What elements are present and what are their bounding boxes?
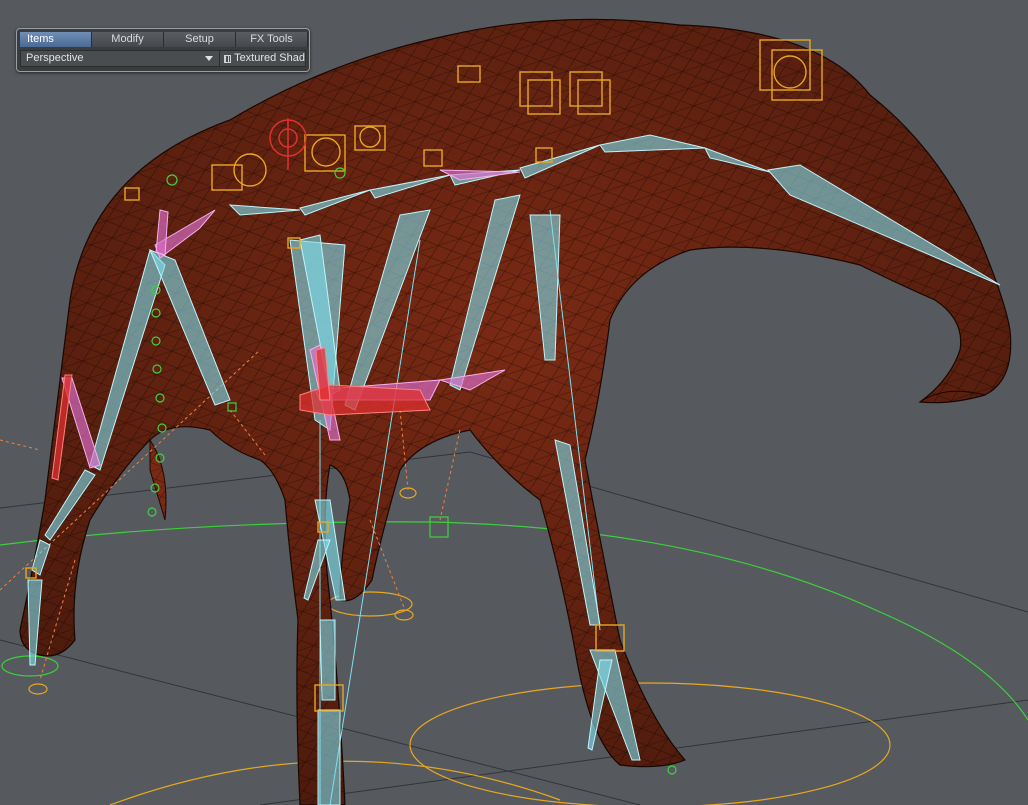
view-mode-dropdown[interactable]: Perspective <box>20 50 220 67</box>
creature-mesh <box>19 18 1012 805</box>
shading-mode-dropdown[interactable]: Textured Shad <box>220 50 306 67</box>
leg-bone <box>317 709 341 805</box>
view-controls-row: Perspective Textured Shad <box>20 50 306 67</box>
tab-fx-tools[interactable]: FX Tools <box>236 32 308 47</box>
shading-icon <box>224 54 232 63</box>
tab-modify[interactable]: Modify <box>92 32 164 47</box>
leg-bone <box>319 619 336 701</box>
tab-setup[interactable]: Setup <box>164 32 236 47</box>
ground-circle <box>0 521 1028 721</box>
tab-items[interactable]: Items <box>20 32 92 47</box>
mode-tabs: Items Modify Setup FX Tools <box>20 32 308 47</box>
scene-canvas[interactable] <box>0 0 1028 805</box>
view-toolbar-panel: Items Modify Setup FX Tools Perspective … <box>16 28 310 72</box>
view-mode-label: Perspective <box>26 52 84 64</box>
chevron-down-icon <box>205 56 213 61</box>
3d-viewport[interactable]: Items Modify Setup FX Tools Perspective … <box>0 0 1028 805</box>
ground-grid <box>0 451 1028 805</box>
shading-mode-label: Textured Shad <box>234 52 305 64</box>
